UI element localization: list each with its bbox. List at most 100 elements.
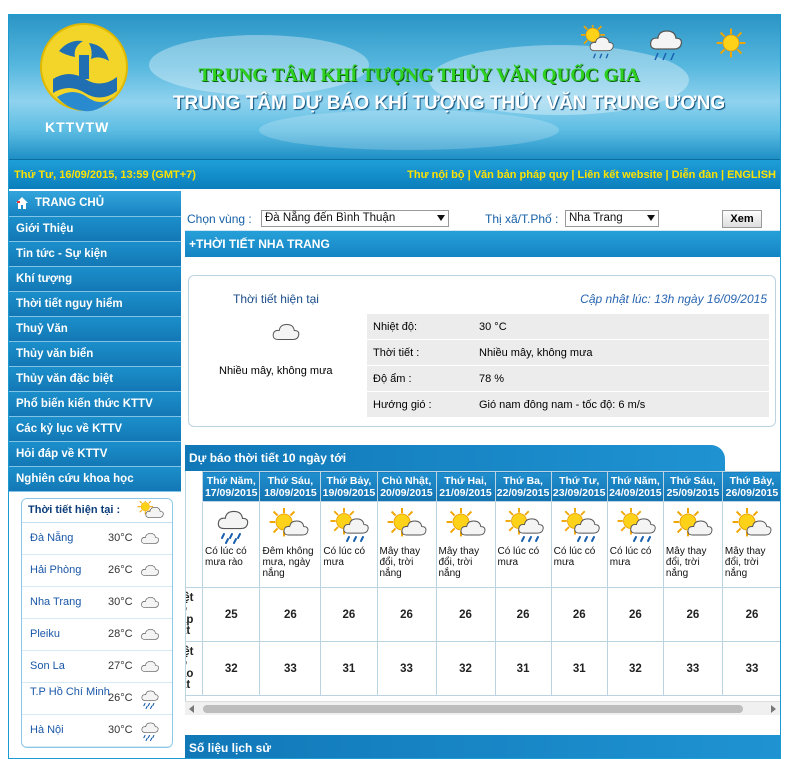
link-websites[interactable]: Liên kết website xyxy=(578,169,663,181)
sidebar-menu: Giới Thiệu Tin tức - Sự kiện Khí tượng Thời… xyxy=(9,217,181,492)
city-name[interactable]: Hải Phòng xyxy=(30,564,110,576)
sidebar-item-label: TRANG CHỦ xyxy=(35,197,104,209)
city-row[interactable]: Hà Nội 30°C xyxy=(22,715,172,747)
sidebar-item-11[interactable]: Nghiên cứu khoa học xyxy=(9,467,181,492)
forecast-cell: Có lúc có mưa rào xyxy=(201,501,261,588)
current-datetime: Thứ Tư, 16/09/2015, 13:59 (GMT+7) xyxy=(14,169,196,181)
page-frame: KTTVTW TRUNG TÂM KHÍ TƯỢNG THỦY VĂN QUỐC… xyxy=(8,14,781,759)
city-name[interactable]: Son La xyxy=(30,660,110,672)
city-name[interactable]: Đà Nẵng xyxy=(30,532,110,544)
sun-icon xyxy=(715,27,747,59)
city-name[interactable]: T.P Hồ Chí Minh xyxy=(30,686,110,698)
sidebar-item-7[interactable]: Thủy văn đặc biệt xyxy=(9,367,181,392)
forecast-day-date: 20/09/2015 xyxy=(380,486,433,499)
scroll-left-icon[interactable] xyxy=(189,705,194,713)
cloud-icon xyxy=(141,661,159,672)
detail-row: Độ ẩm : 78 % xyxy=(367,366,769,392)
forecast-description: Có lúc có mưa xyxy=(553,546,596,568)
cloud-icon xyxy=(141,565,159,576)
forecast-cell: Mây thay đổi, trời nắng xyxy=(721,501,780,588)
link-internal-mail[interactable]: Thư nội bộ xyxy=(407,169,464,181)
link-forum[interactable]: Diễn đàn xyxy=(672,169,718,181)
forecast-day-row: Thứ Năm, 17/09/2015 Thứ Sáu, 18/09/2015 Thứ … xyxy=(186,471,780,502)
rain-cloud-icon xyxy=(649,30,683,61)
link-english[interactable]: ENGLISH xyxy=(727,169,776,181)
forecast-day-date: 21/09/2015 xyxy=(439,486,492,499)
current-weather-details: Nhiệt độ: 30 °C Thời tiết : Nhiều mây, khôn… xyxy=(367,314,769,418)
scrollbar-thumb[interactable] xyxy=(203,705,743,713)
forecast-cell: Mây thay đổi, trời nắng xyxy=(435,501,496,588)
sidebar-item-4[interactable]: Thời tiết nguy hiểm xyxy=(9,292,181,317)
sidebar-item-3[interactable]: Khí tượng xyxy=(9,267,181,292)
forecast-cell: Mây thay đổi, trời nắng xyxy=(662,501,723,588)
view-button[interactable]: Xem xyxy=(722,210,762,228)
sidebar-item-9[interactable]: Các kỷ lục về KTTV xyxy=(9,417,181,442)
forecast-high-temp: 33 xyxy=(259,641,322,696)
sidebar-item-1[interactable]: Giới Thiệu xyxy=(9,217,181,242)
city-name[interactable]: Hà Nội xyxy=(30,724,110,736)
sidebar-item-2[interactable]: Tin tức - Sự kiện xyxy=(9,242,181,267)
forecast-day-date: 19/09/2015 xyxy=(322,486,376,499)
sidebar-item-6[interactable]: Thủy văn biển xyxy=(9,342,181,367)
sun-rain-icon xyxy=(504,508,544,542)
forecast-high-temp: 31 xyxy=(320,641,378,696)
forecast-low-temp: 26 xyxy=(550,587,608,642)
region-select-value: Đà Nẵng đến Bình Thuận xyxy=(265,212,396,224)
sidebar-item-10[interactable]: Hỏi đáp về KTTV xyxy=(9,442,181,467)
forecast-day-date: 25/09/2015 xyxy=(666,486,720,499)
horizontal-scrollbar[interactable] xyxy=(185,701,780,715)
forecast-description: Có lúc có mưa xyxy=(497,546,540,568)
city-row[interactable]: Nha Trang 30°C xyxy=(22,587,172,619)
forecast-day-header: Thứ Ba, 22/09/2015 xyxy=(494,471,552,502)
cloud-icon xyxy=(141,597,159,608)
forecast-day-header: Chủ Nhật, 20/09/2015 xyxy=(376,471,437,502)
detail-key: Hướng gió : xyxy=(373,399,432,411)
forecast-day-header: Thứ Bảy, 19/09/2015 xyxy=(320,471,378,502)
sidebar-item-5[interactable]: Thuỷ Văn xyxy=(9,317,181,342)
city-temp: 26°C xyxy=(108,692,133,704)
link-legal-docs[interactable]: Văn bản pháp quy xyxy=(474,169,569,181)
logo-text: KTTVTW xyxy=(45,119,110,135)
forecast-row-label: iệtộaoất xyxy=(186,641,203,696)
detail-value: Nhiều mây, không mưa xyxy=(479,347,593,359)
forecast-day-name: Thứ Tư, xyxy=(559,474,600,487)
rain-cloud-icon xyxy=(141,722,159,741)
city-row[interactable]: Pleiku 28°C xyxy=(22,619,172,651)
forecast-day-name: Thứ Sáu, xyxy=(670,474,716,487)
forecast-high-row: iệtộaoất32333133323131323333 xyxy=(186,641,780,696)
city-select-value: Nha Trang xyxy=(569,212,623,224)
forecast-table: Thứ Năm, 17/09/2015 Thứ Sáu, 18/09/2015 Thứ … xyxy=(185,471,780,701)
forecast-day-date: 18/09/2015 xyxy=(264,486,317,499)
detail-value: Gió nam đông nam - tốc độ: 6 m/s xyxy=(479,399,646,411)
sidebar-item-8[interactable]: Phổ biến kiến thức KTTV xyxy=(9,392,181,417)
kttv-logo[interactable] xyxy=(39,21,129,117)
city-name[interactable]: Nha Trang xyxy=(30,596,110,608)
forecast-row-label: t xyxy=(186,501,203,588)
sidebar-item-home[interactable]: TRANG CHỦ xyxy=(9,191,181,217)
current-weather-panel: Thời tiết hiện tại Nhiều mây, không mưa … xyxy=(188,275,776,427)
city-temp: 30°C xyxy=(108,532,133,544)
forecast-description: Có lúc có mưa rào xyxy=(205,546,247,568)
forecast-high-temp: 32 xyxy=(435,641,496,696)
city-name[interactable]: Pleiku xyxy=(30,628,110,640)
location-title: +THỜI TIẾT NHA TRANG xyxy=(185,231,780,257)
detail-value: 30 °C xyxy=(479,321,507,333)
city-row[interactable]: Đà Nẵng 30°C xyxy=(22,523,172,555)
forecast-grid: Thứ Năm, 17/09/2015 Thứ Sáu, 18/09/2015 Thứ … xyxy=(186,471,780,696)
forecast-cell: Mây thay đổi, trời nắng xyxy=(376,501,437,588)
forecast-cell: Có lúc có mưa xyxy=(606,501,664,588)
location-selector: Chọn vùng : Đà Nẵng đến Bình Thuận Thị x… xyxy=(185,207,780,231)
detail-row: Nhiệt độ: 30 °C xyxy=(367,314,769,340)
city-label: Thị xã/T.Phố : xyxy=(485,212,559,226)
city-row[interactable]: Son La 27°C xyxy=(22,651,172,683)
sun-rain-icon xyxy=(581,25,614,59)
city-row[interactable]: T.P Hồ Chí Minh 26°C xyxy=(22,683,172,715)
forecast-icon-row: tCó lúc có mưa rào Đêm không mưa, ngày nắ… xyxy=(186,501,780,588)
city-row[interactable]: Hải Phòng 26°C xyxy=(22,555,172,587)
region-select[interactable]: Đà Nẵng đến Bình Thuận xyxy=(261,210,449,227)
forecast-cell: Có lúc có mưa xyxy=(550,501,608,588)
forecast-day-date: 23/09/2015 xyxy=(552,486,606,499)
scroll-right-icon[interactable] xyxy=(771,705,776,713)
city-select[interactable]: Nha Trang xyxy=(565,210,659,227)
forecast-high-temp: 31 xyxy=(550,641,608,696)
